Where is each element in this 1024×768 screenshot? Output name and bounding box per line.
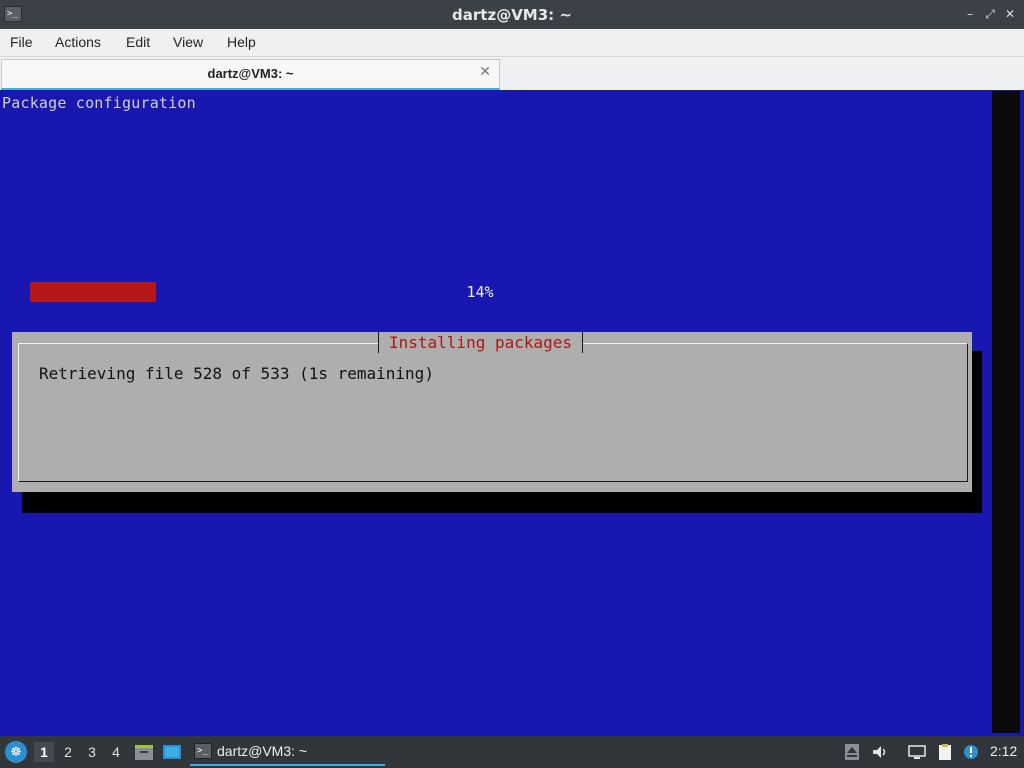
dialog-message: Retrieving file 528 of 533 (1s remaining… xyxy=(39,364,434,383)
scrollbar-track[interactable] xyxy=(992,91,1020,733)
workspace-3[interactable]: 3 xyxy=(82,742,102,762)
tab-bar: dartz@VM3: ~ ✕ xyxy=(0,57,1024,90)
workspace-4[interactable]: 4 xyxy=(106,742,126,762)
dialog-frame: Retrieving file 528 of 533 (1s remaining… xyxy=(18,343,968,482)
taskbar: ☸ 1 2 3 4 >_ dartz@VM3: ~ 2:12 xyxy=(0,736,1024,768)
menu-actions[interactable]: Actions xyxy=(55,34,101,50)
clock[interactable]: 2:12 xyxy=(990,743,1017,759)
desktop-icon[interactable] xyxy=(162,742,182,762)
terminal-heading: Package configuration xyxy=(2,94,196,112)
maximize-button[interactable]: ⤢ xyxy=(982,6,998,22)
close-button[interactable]: ✕ xyxy=(1002,6,1018,22)
tab-close-icon[interactable]: ✕ xyxy=(479,64,491,80)
eject-icon[interactable] xyxy=(843,743,861,761)
workspace-2[interactable]: 2 xyxy=(58,742,78,762)
file-manager-icon[interactable] xyxy=(134,742,154,762)
installing-dialog: Retrieving file 528 of 533 (1s remaining… xyxy=(12,332,972,492)
volume-icon[interactable] xyxy=(871,743,889,761)
menu-bar: File Actions Edit View Help xyxy=(0,29,1024,57)
minimize-button[interactable]: – xyxy=(962,6,978,22)
terminal-icon: >_ xyxy=(194,743,212,759)
start-menu-icon[interactable]: ☸ xyxy=(5,741,27,763)
taskbar-task-terminal[interactable]: >_ dartz@VM3: ~ xyxy=(190,738,385,766)
window-title: dartz@VM3: ~ xyxy=(452,6,572,24)
menu-file[interactable]: File xyxy=(10,34,33,50)
dialog-title: Installing packages xyxy=(378,332,584,353)
menu-edit[interactable]: Edit xyxy=(126,34,150,50)
menu-view[interactable]: View xyxy=(173,34,203,50)
progress-label: 14% xyxy=(466,283,494,301)
tab-label: dartz@VM3: ~ xyxy=(207,66,294,81)
terminal-area[interactable]: Package configuration Retrieving file 52… xyxy=(0,91,992,733)
menu-help[interactable]: Help xyxy=(227,34,256,50)
update-notifier-icon[interactable] xyxy=(962,743,980,761)
workspace-1[interactable]: 1 xyxy=(34,742,54,762)
tab-terminal[interactable]: dartz@VM3: ~ ✕ xyxy=(1,59,500,90)
network-icon[interactable] xyxy=(908,743,926,761)
window-titlebar: >_ dartz@VM3: ~ – ⤢ ✕ xyxy=(0,0,1024,29)
task-label: dartz@VM3: ~ xyxy=(217,743,308,759)
clipboard-icon[interactable] xyxy=(936,743,954,761)
progress-bar: 14% xyxy=(30,282,930,302)
terminal-scrollbar[interactable] xyxy=(992,91,1024,733)
